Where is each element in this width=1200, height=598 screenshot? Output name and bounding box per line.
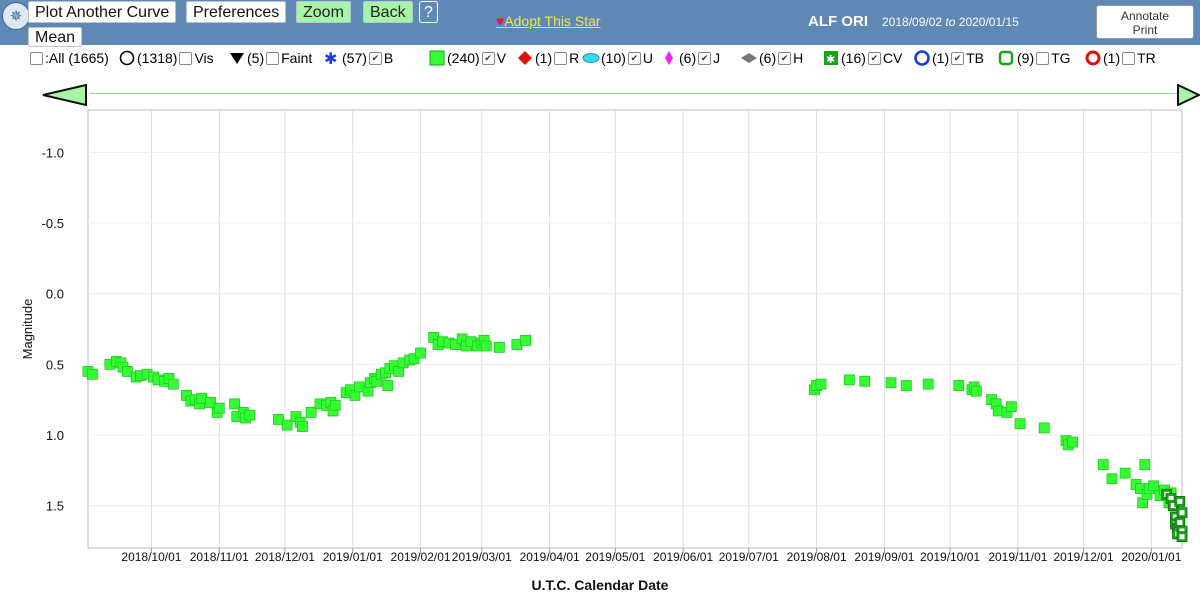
y-axis-label: Magnitude [20, 299, 35, 360]
x-tick-label: 2020/01/01 [1121, 550, 1181, 564]
v-band-point[interactable] [1014, 418, 1026, 430]
x-tick-label: 2018/11/01 [190, 550, 249, 564]
y-tick-label: 1.0 [46, 428, 64, 443]
y-tick-label: 0.0 [46, 287, 64, 302]
v-band-point[interactable] [297, 421, 308, 432]
v-band-point[interactable] [493, 341, 505, 353]
v-band-point[interactable] [1119, 467, 1131, 479]
v-band-point[interactable] [213, 402, 225, 414]
v-band-point[interactable] [900, 380, 912, 391]
x-tick-label: 2019/03/01 [452, 550, 512, 564]
v-band-point[interactable] [1139, 459, 1151, 471]
v-band-point[interactable] [970, 385, 982, 397]
y-tick-label: -0.5 [42, 216, 64, 231]
x-tick-label: 2019/05/01 [585, 550, 645, 564]
v-band-point[interactable] [922, 378, 934, 390]
y-tick-label: 0.5 [46, 357, 64, 372]
y-tick-label: -1.0 [42, 145, 64, 160]
v-band-point[interactable] [244, 409, 256, 421]
x-tick-label: 2019/02/01 [391, 550, 451, 564]
v-band-point[interactable] [1005, 401, 1017, 413]
cv-band-point-center [1177, 520, 1183, 526]
x-tick-label: 2019/11/01 [988, 550, 1047, 564]
x-tick-label: 2019/06/01 [653, 550, 713, 564]
v-band-point[interactable] [1067, 436, 1078, 448]
x-tick-label: 2018/10/01 [121, 550, 181, 564]
v-band-point[interactable] [844, 374, 855, 386]
x-tick-label: 2019/04/01 [520, 550, 580, 564]
v-band-point[interactable] [382, 380, 394, 391]
v-band-point[interactable] [415, 347, 426, 359]
v-band-point[interactable] [1148, 480, 1159, 492]
v-band-point[interactable] [1106, 473, 1118, 485]
v-band-point[interactable] [953, 380, 965, 391]
x-tick-label: 2019/10/01 [920, 550, 980, 564]
x-axis-label: U.T.C. Calendar Date [532, 577, 669, 593]
y-tick-label: 1.5 [46, 499, 64, 514]
x-tick-label: 2018/12/01 [255, 550, 315, 564]
light-curve-chart[interactable]: 2018/10/01 2018/11/01 2018/12/01 2019/01/01… [0, 0, 1200, 598]
x-tick-label: 2019/07/01 [719, 550, 779, 564]
x-tick-label: 2019/08/01 [787, 550, 847, 564]
cv-band-point-center [1177, 498, 1183, 504]
v-band-point[interactable] [167, 378, 179, 390]
v-band-point[interactable] [86, 368, 98, 380]
cv-band-point-center [1179, 510, 1185, 516]
v-band-point[interactable] [859, 375, 871, 387]
x-tick-label: 2019/12/01 [1054, 550, 1114, 564]
x-tick-label: 2019/01/01 [323, 550, 383, 564]
v-band-point[interactable] [885, 377, 897, 389]
x-tick-label: 2019/09/01 [854, 550, 914, 564]
v-band-point[interactable] [815, 378, 827, 390]
v-band-point[interactable] [480, 340, 492, 352]
v-band-point[interactable] [1097, 459, 1109, 471]
v-band-point[interactable] [520, 334, 531, 346]
v-band-point[interactable] [1038, 422, 1050, 434]
v-band-point[interactable] [329, 399, 341, 411]
cv-band-point-center [1179, 534, 1185, 540]
